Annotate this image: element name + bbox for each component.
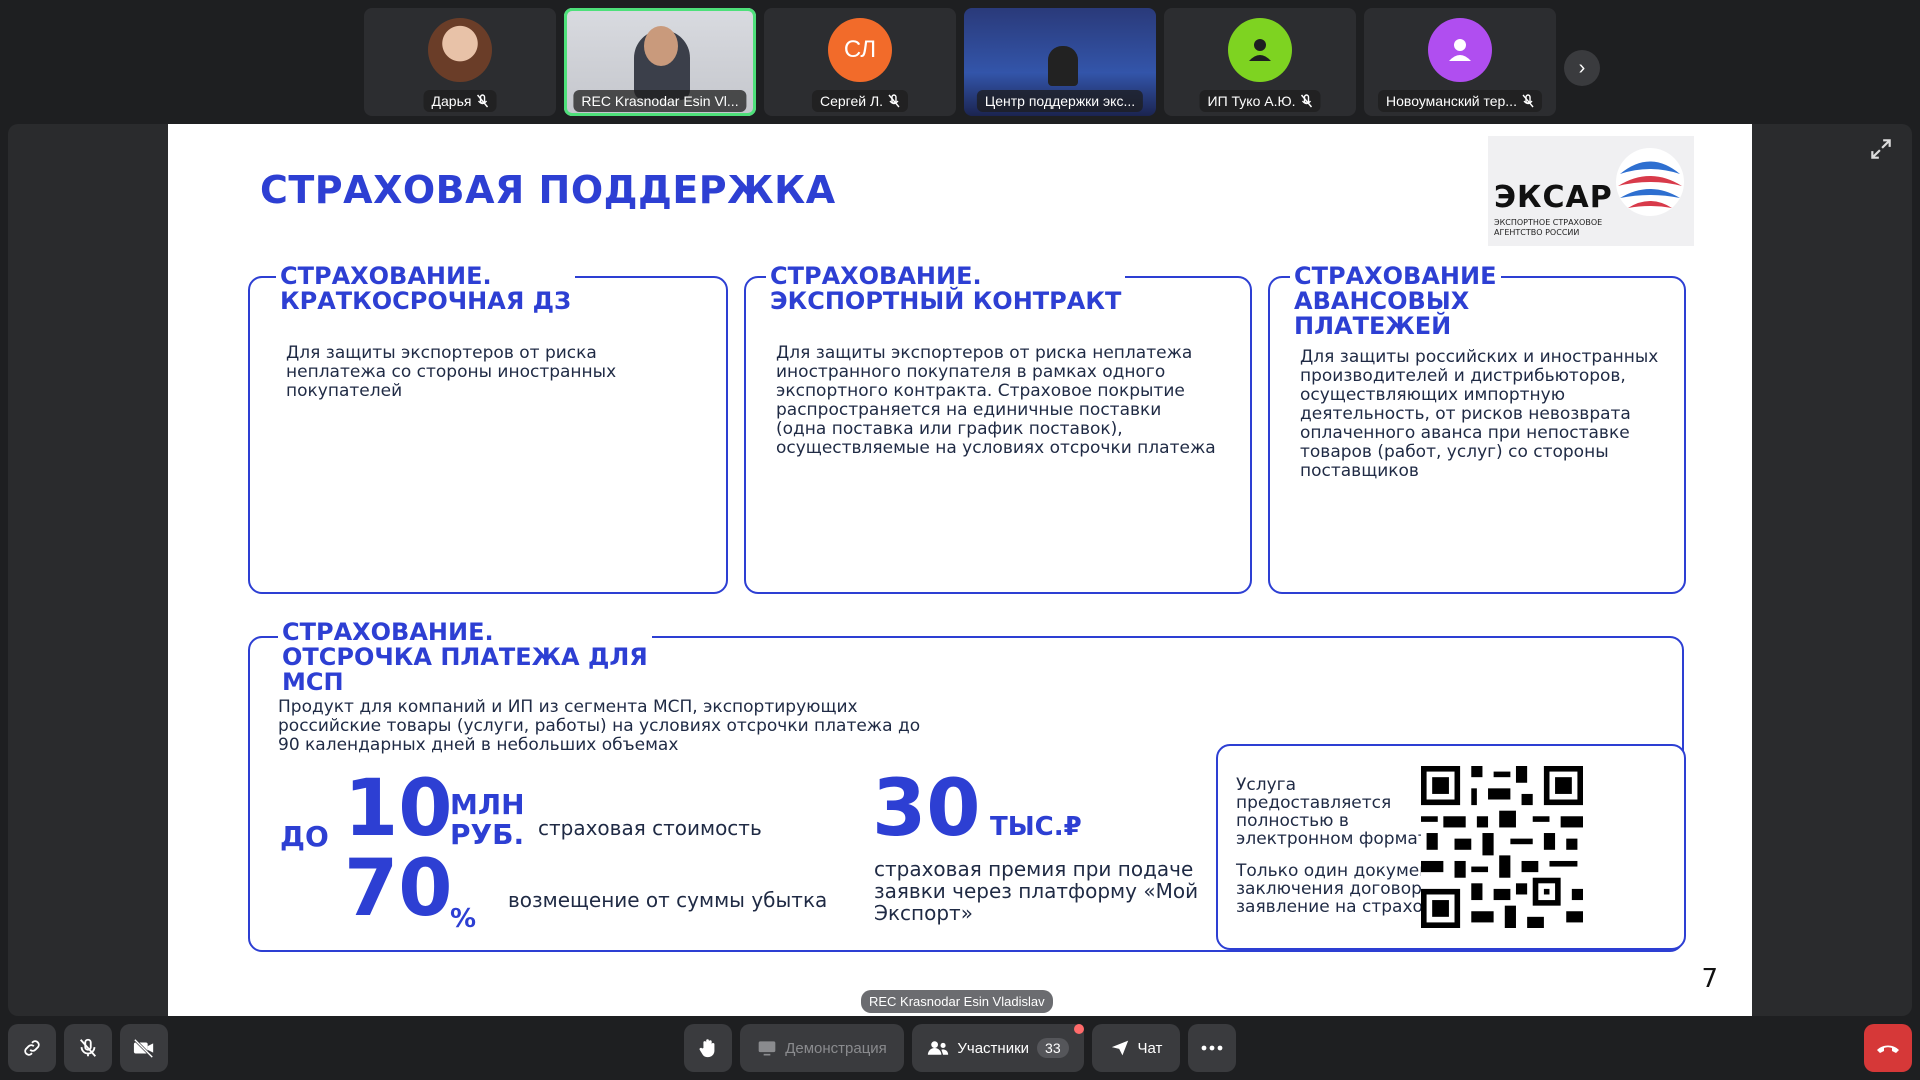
card-text: Для защиты экспортеров от риска неплатеж…	[286, 343, 617, 401]
microphone-toggle-button[interactable]	[64, 1024, 112, 1072]
participant-video	[1048, 46, 1078, 86]
mic-off-icon	[1300, 94, 1313, 108]
card-text: Для защиты российских и иностранных прои…	[1300, 347, 1659, 481]
card-title: СТРАХОВАНИЕ. ЭКСПОРТНЫЙ КОНТРАКТ	[766, 262, 1126, 315]
participants-label: Участники	[957, 1039, 1030, 1057]
raise-hand-button[interactable]	[684, 1024, 732, 1072]
amount-value: 10	[344, 764, 453, 854]
qr-text-electronic: Услуга предоставляется полностью в элект…	[1236, 775, 1439, 849]
screen-share-button[interactable]: Демонстрация	[740, 1024, 904, 1072]
participants-icon	[928, 1041, 949, 1055]
participant-tile[interactable]: Новоуманский тер...	[1364, 8, 1556, 116]
participant-face	[644, 26, 678, 66]
participants-button[interactable]: Участники 33	[912, 1024, 1084, 1072]
chat-label: Чат	[1137, 1039, 1163, 1057]
expand-icon[interactable]	[1868, 136, 1894, 162]
percent-unit: %	[450, 904, 477, 934]
exiar-logo: ЭКСАР ЭКСПОРТНОЕ СТРАХОВОЕ АГЕНТСТВО РОС…	[1488, 136, 1694, 246]
premium-value: 30	[872, 764, 981, 854]
premium-label: страховая премия при подаче заявки через…	[874, 857, 1199, 925]
slide-title: СТРАХОВАЯ ПОДДЕРЖКА	[260, 168, 836, 212]
card-title-line: ПЛАТЕЖЕЙ	[1294, 312, 1452, 340]
chevron-right-icon[interactable]: ›	[1564, 50, 1600, 86]
amount-unit-line1: МЛН	[450, 788, 525, 821]
amount-unit-line2: РУБ.	[450, 818, 525, 851]
logo-globe-icon	[1616, 148, 1684, 216]
phone-hangup-icon	[1877, 1045, 1899, 1053]
mic-off-icon	[888, 94, 900, 108]
presentation-slide: СТРАХОВАЯ ПОДДЕРЖКА ЭКСАР ЭКСПОРТНОЕ СТР…	[168, 124, 1752, 1016]
screen-share-stage: СТРАХОВАЯ ПОДДЕРЖКА ЭКСАР ЭКСПОРТНОЕ СТР…	[8, 124, 1912, 1016]
camera-off-icon	[133, 1038, 154, 1059]
card-title: СТРАХОВАНИЕ АВАНСОВЫХ ПЛАТЕЖЕЙ	[1290, 264, 1501, 339]
user-icon	[1428, 18, 1492, 82]
participant-name-label: REC Krasnodar Esin Vl...	[573, 90, 747, 112]
participant-name-label: Новоуманский тер...	[1378, 90, 1542, 112]
card-title-line: ЭКСПОРТНЫЙ КОНТРАКТ	[770, 287, 1122, 315]
card-title-line: СТРАХОВАНИЕ.	[280, 262, 492, 290]
card-title-line: КРАТКОСРОЧНАЯ ДЗ	[280, 287, 572, 315]
participant-name-label: Центр поддержки экс...	[976, 90, 1144, 112]
participants-count-badge: 33	[1037, 1038, 1069, 1058]
card-title-line: СТРАХОВАНИЕ.	[770, 262, 982, 290]
participants-strip: Дарья REC Krasnodar Esin Vl... СЛ Сергей…	[364, 8, 1556, 116]
msp-description: Продукт для компаний и ИП из сегмента МС…	[278, 697, 921, 755]
upto-label: ДО	[280, 820, 329, 853]
qr-code-icon	[1421, 766, 1583, 928]
link-icon	[24, 1040, 40, 1056]
conference-app: Дарья REC Krasnodar Esin Vl... СЛ Сергей…	[0, 0, 1920, 1080]
mic-off-icon	[1522, 94, 1534, 108]
participant-tile[interactable]: Центр поддержки экс...	[964, 8, 1156, 116]
card-text: Для защиты экспортеров от риска неплатеж…	[776, 343, 1216, 458]
hand-icon	[699, 1039, 715, 1058]
chat-button[interactable]: Чат	[1092, 1024, 1180, 1072]
participant-name-label: Сергей Л.	[811, 90, 909, 112]
card-title-line: СТРАХОВАНИЕ.	[282, 618, 494, 646]
hang-up-button[interactable]	[1864, 1024, 1912, 1072]
insurance-card-short-term	[248, 276, 728, 594]
premium-unit: ТЫС.₽	[990, 812, 1082, 842]
card-title: СТРАХОВАНИЕ. КРАТКОСРОЧНАЯ ДЗ	[276, 262, 576, 315]
camera-toggle-button[interactable]	[120, 1024, 168, 1072]
user-icon	[1228, 18, 1292, 82]
card-title-line: СТРАХОВАНИЕ	[1294, 262, 1497, 290]
participant-tile[interactable]: Дарья	[364, 8, 556, 116]
logo-wordmark: ЭКСАР	[1494, 180, 1613, 215]
screen-icon	[758, 1041, 776, 1056]
more-options-button[interactable]	[1188, 1024, 1236, 1072]
amount-label: страховая стоимость	[538, 816, 762, 840]
participant-photo	[428, 18, 492, 82]
mic-off-icon	[79, 1038, 97, 1057]
mic-off-icon	[476, 94, 489, 108]
logo-subtitle: ЭКСПОРТНОЕ СТРАХОВОЕ АГЕНТСТВО РОССИИ	[1494, 218, 1603, 237]
percent-value: 70	[344, 844, 453, 934]
screen-share-label: Демонстрация	[785, 1039, 887, 1057]
participant-tile[interactable]: СЛ Сергей Л.	[764, 8, 956, 116]
participant-tile[interactable]: ИП Туко А.Ю.	[1164, 8, 1356, 116]
more-icon	[1201, 1045, 1223, 1051]
copy-link-button[interactable]	[8, 1024, 56, 1072]
card-title: СТРАХОВАНИЕ. ОТСРОЧКА ПЛАТЕЖА ДЛЯ МСП	[278, 620, 652, 695]
notification-dot	[1074, 1024, 1084, 1034]
presenter-name-tag: REC Krasnodar Esin Vladislav	[861, 990, 1053, 1013]
participant-name-label: Дарья	[423, 90, 497, 112]
participant-name-label: ИП Туко А.Ю.	[1199, 90, 1321, 112]
card-title-line: АВАНСОВЫХ	[1294, 287, 1470, 315]
slide-page-number: 7	[1701, 964, 1718, 994]
participant-initials-avatar: СЛ	[828, 18, 892, 82]
send-icon	[1111, 1040, 1128, 1056]
card-title-line: ОТСРОЧКА ПЛАТЕЖА ДЛЯ	[282, 643, 648, 671]
percent-label: возмещение от суммы убытка	[508, 888, 828, 912]
participant-tile-active[interactable]: REC Krasnodar Esin Vl...	[564, 8, 756, 116]
card-title-line: МСП	[282, 668, 344, 696]
